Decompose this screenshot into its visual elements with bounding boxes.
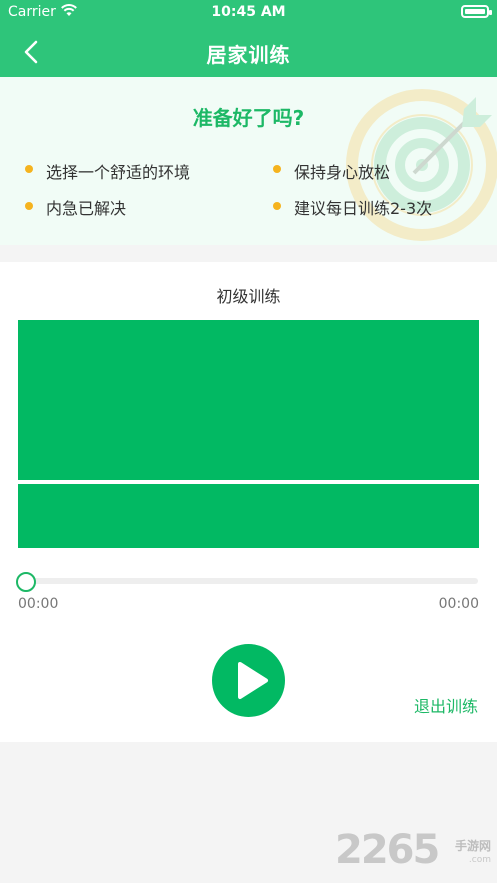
watermark-number: 2265 — [335, 827, 440, 873]
training-level: 初级训练 — [216, 287, 281, 306]
tip-stay-relaxed: 保持身心放松 — [294, 163, 391, 182]
tip-bullet — [25, 165, 33, 173]
ready-heading: 准备好了吗? — [192, 106, 305, 130]
total-time: 00:00 — [438, 596, 479, 612]
current-time: 00:00 — [18, 596, 59, 612]
tip-comfortable-environment: 选择一个舒适的环境 — [46, 163, 191, 182]
training-video-strip — [18, 484, 479, 548]
tip-bullet — [273, 202, 281, 210]
tip-daily-frequency: 建议每日训练2-3次 — [294, 199, 433, 218]
status-time: 10:45 AM — [211, 4, 286, 20]
watermark-site: 手游网 — [454, 839, 491, 853]
play-icon — [238, 662, 268, 699]
training-video-area[interactable] — [18, 320, 479, 480]
progress-slider-knob[interactable] — [16, 572, 36, 592]
tip-bathroom: 内急已解决 — [46, 199, 127, 218]
tip-bullet — [273, 165, 281, 173]
training-card: 初级训练 00:00 00:00 退出训练 — [0, 262, 497, 742]
ready-panel: 准备好了吗? 选择一个舒适的环境 保持身心放松 内急已解决 建议每日训练2-3次 — [0, 77, 497, 245]
exit-training-button[interactable]: 退出训练 — [414, 693, 478, 717]
battery-icon — [461, 5, 492, 18]
tip-bullet — [25, 202, 33, 210]
play-button[interactable] — [212, 644, 285, 717]
progress-track[interactable] — [26, 578, 478, 584]
watermark-logo: 2265 手游网 .com — [335, 827, 495, 875]
page-title: 居家训练 — [206, 43, 291, 67]
watermark-domain: .com — [468, 855, 491, 865]
status-bar: Carrier 10:45 AM — [0, 0, 497, 26]
nav-bar: 居家训练 — [0, 26, 497, 77]
